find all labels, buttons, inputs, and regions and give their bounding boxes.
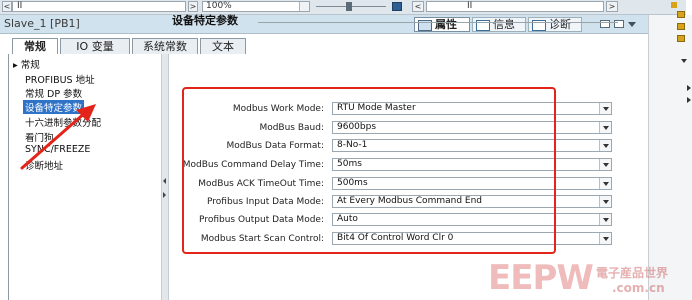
chevron-down-icon[interactable]	[599, 159, 611, 170]
zoom-select[interactable]: 100%	[202, 1, 310, 12]
tab-io-tags[interactable]: IO 变量	[60, 38, 130, 54]
section-title: 设备特定参数	[172, 14, 238, 27]
chevron-down-icon[interactable]	[681, 59, 687, 63]
nav-item-hex-params[interactable]: 十六进制参数分配	[25, 115, 101, 129]
watermark-url: .com.cn	[612, 281, 665, 295]
chevron-down-icon[interactable]	[599, 178, 611, 189]
chevron-right-icon[interactable]	[687, 97, 691, 103]
zoom-slider-thumb[interactable]	[346, 2, 352, 11]
nav-item-general-dp[interactable]: 常规 DP 参数	[25, 86, 82, 100]
tab-general[interactable]: 常规	[12, 38, 58, 55]
folder-icon	[677, 35, 685, 42]
folder-icon	[671, 2, 677, 8]
fit-view-icon[interactable]	[392, 2, 402, 11]
zoom-value: 100%	[206, 1, 232, 11]
nav-item-general[interactable]: ▸ 常规	[13, 57, 40, 71]
nav-item-watchdog[interactable]: 看门狗	[25, 130, 54, 144]
scroll2-left-button[interactable]: <	[412, 1, 424, 12]
highlight-box	[182, 87, 556, 254]
property-nav: ▸ 常规 PROFIBUS 地址 常规 DP 参数 设备特定参数 十六进制参数分…	[9, 54, 161, 300]
chevron-right-icon[interactable]	[687, 85, 691, 91]
nav-item-sync-freeze[interactable]: SYNC/FREEZE	[25, 144, 90, 155]
folder-icon	[677, 11, 685, 18]
scroll-left-button[interactable]: <	[2, 1, 12, 12]
chevron-down-icon[interactable]	[628, 22, 636, 27]
scroll2-right-button[interactable]: >	[606, 1, 618, 12]
splitter-handle[interactable]	[161, 54, 169, 300]
tab-info[interactable]: 信息	[472, 17, 526, 32]
zoom-dropdown-icon[interactable]	[299, 2, 309, 11]
chevron-down-icon[interactable]	[599, 122, 611, 133]
tab-bar: 常规 IO 变量 系统常数 文本	[8, 38, 648, 55]
tab-system-constants[interactable]: 系统常数	[132, 38, 198, 54]
nav-item-device-specific[interactable]: 设备特定参数	[23, 100, 85, 114]
chevron-down-icon[interactable]	[599, 103, 611, 114]
scrollbar-horizontal[interactable]: II	[12, 1, 186, 12]
chevron-down-icon[interactable]	[599, 214, 611, 225]
scrollbar-horizontal-2[interactable]: II	[426, 1, 604, 12]
tab-properties[interactable]: 属性	[414, 17, 470, 32]
inspector-title: Slave_1 [PB1]	[4, 17, 80, 30]
chevron-down-icon[interactable]	[599, 196, 611, 207]
watermark-logo: EEPW	[488, 258, 594, 298]
chevron-down-icon[interactable]	[599, 233, 611, 244]
collapse-left-icon[interactable]	[163, 178, 166, 184]
top-toolbar: < II > 100% < II >	[0, 0, 686, 15]
tab-texts[interactable]: 文本	[200, 38, 246, 54]
expand-right-icon[interactable]	[163, 192, 166, 198]
right-task-strip	[648, 2, 692, 300]
nav-item-profibus-address[interactable]: PROFIBUS 地址	[25, 72, 95, 86]
folder-icon	[677, 23, 685, 30]
inspector-header: Slave_1 [PB1] 属性 信息 诊断	[0, 15, 648, 34]
watermark-cn-text: 電子産品世界	[596, 266, 669, 280]
tab-diagnostics[interactable]: 诊断	[528, 17, 582, 32]
chevron-down-icon[interactable]	[599, 140, 611, 151]
nav-item-diagnostic-address[interactable]: 诊断地址	[25, 158, 63, 172]
scroll-right-button[interactable]: >	[188, 1, 198, 12]
section-divider	[258, 22, 618, 23]
